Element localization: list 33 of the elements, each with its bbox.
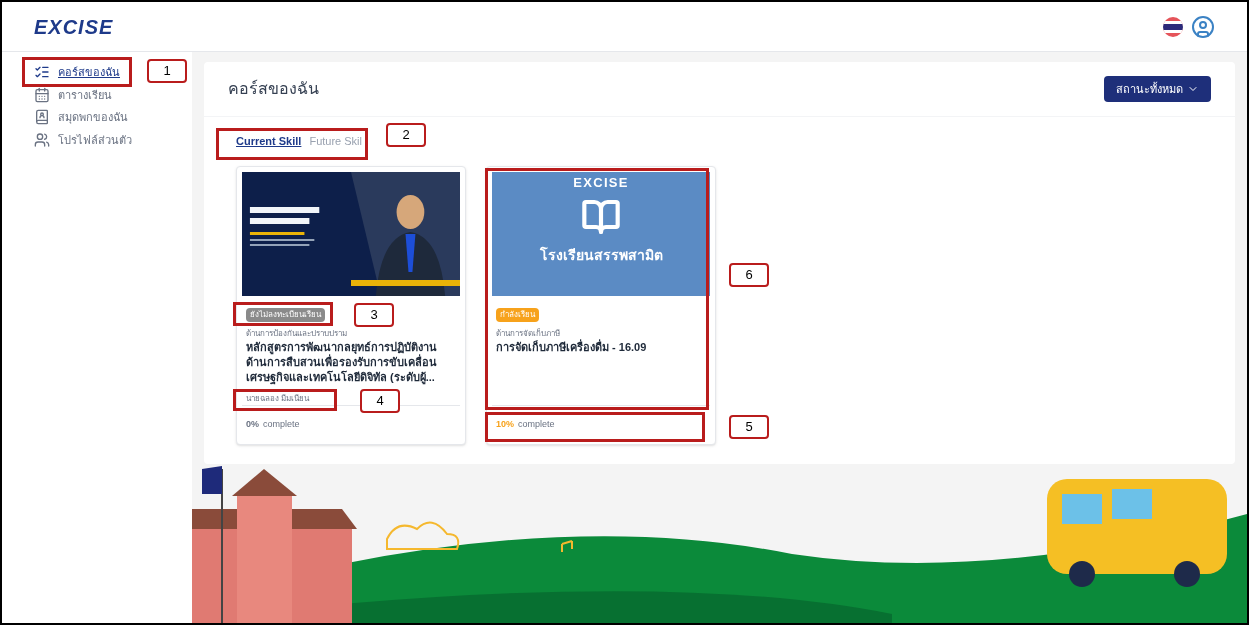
cover-caption: โรงเรียนสรรพสามิต	[539, 245, 663, 265]
course-card[interactable]: EXCISE โรงเรียนสรรพสามิต กำลังเรียน ด้านการจัดเก็บภาษี การจัดเก็บภาษีเครื่องดื่ม - 16.09 10% complete	[486, 165, 716, 445]
callout-label: 2	[386, 123, 426, 147]
status-badge: ยังไม่ลงทะเบียนเรียน	[246, 307, 325, 322]
logo: EXCISE	[573, 175, 629, 189]
progress-label: complete	[518, 417, 555, 431]
course-title: หลักสูตรการพัฒนากลยุทธ์การปฏิบัติงานด้านการสืบสวนเพื่อรองรับการขับเคลื่อนเศรษฐกิจและเทคโนโลยีดิจิทัล (ระดับผู้...	[246, 339, 438, 385]
status-badge: กำลังเรียน	[496, 307, 539, 322]
course-title: การจัดเก็บภาษีเครื่องดื่ม - 16.09	[496, 339, 648, 355]
skill-tab[interactable]: Current Skill	[236, 133, 302, 150]
page-title: คอร์สของฉัน	[228, 78, 319, 99]
sidebar-item[interactable]: ตารางเรียน	[34, 86, 112, 103]
instructor-name: นายฉลอง มีมเนียน	[246, 392, 310, 405]
callout-label: 6	[729, 263, 769, 287]
sidebar-item[interactable]: คอร์สของฉัน	[34, 64, 120, 81]
callout-label: 5	[729, 415, 769, 439]
callout-label: 4	[360, 389, 400, 413]
progress-label: complete	[263, 417, 300, 431]
thai-flag-icon[interactable]	[1163, 16, 1183, 37]
callout-label: 3	[354, 303, 394, 327]
status-filter-button[interactable]: สถานะทั้งหมด	[1104, 76, 1211, 102]
user-avatar-icon[interactable]	[1191, 14, 1215, 39]
progress-percent: 0%	[246, 417, 259, 431]
sidebar-item-icon	[34, 86, 50, 103]
course-category: ด้านการจัดเก็บภาษี	[496, 327, 561, 339]
course-category: ด้านการป้องกันและปราบปราม	[246, 327, 348, 340]
progress-percent: 10%	[496, 417, 514, 431]
sidebar-item-icon	[34, 109, 50, 126]
callout-label: 1	[147, 59, 187, 83]
logo: EXCISE	[34, 16, 114, 37]
sidebar-item[interactable]: สมุดพกของฉัน	[34, 109, 128, 126]
sidebar-item-icon	[34, 131, 50, 148]
sidebar-item[interactable]: โปรไฟล์ส่วนตัว	[34, 131, 132, 148]
